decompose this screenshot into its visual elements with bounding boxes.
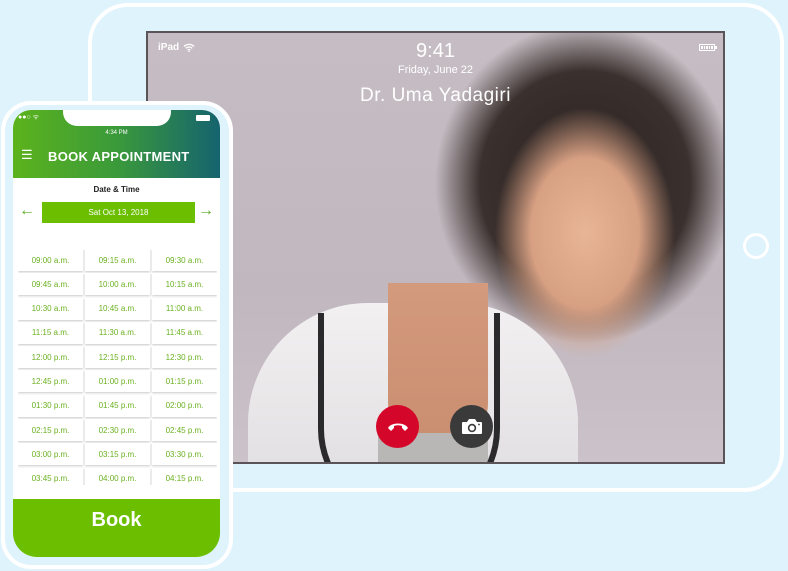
time-slot[interactable]: 09:30 a.m. <box>152 249 217 271</box>
time-slot[interactable]: 01:30 p.m. <box>18 394 83 417</box>
time-slot[interactable]: 01:45 p.m. <box>85 394 150 417</box>
time-slot[interactable]: 01:15 p.m. <box>152 370 217 393</box>
hamburger-icon[interactable]: ☰ <box>21 147 33 163</box>
time-slot[interactable]: 10:45 a.m. <box>85 297 150 320</box>
time-slot[interactable]: 09:45 a.m. <box>18 273 83 296</box>
time-slot[interactable]: 02:15 p.m. <box>18 419 83 442</box>
camera-button[interactable] <box>450 405 493 448</box>
time-slot[interactable]: 12:45 p.m. <box>18 370 83 393</box>
time-slot[interactable]: 04:00 p.m. <box>85 467 150 485</box>
arrow-right-icon[interactable]: → <box>198 203 214 219</box>
time-slot[interactable]: 12:30 p.m. <box>152 346 217 369</box>
caller-name: Dr. Uma Yadagiri <box>360 85 511 106</box>
time-slot[interactable]: 11:00 a.m. <box>152 297 217 320</box>
time-slot[interactable]: 03:00 p.m. <box>18 443 83 466</box>
time-slot[interactable]: 10:00 a.m. <box>85 273 150 296</box>
time-slot[interactable]: 10:30 a.m. <box>18 297 83 320</box>
time-slot[interactable]: 10:15 a.m. <box>152 273 217 296</box>
end-call-button[interactable] <box>376 405 419 448</box>
time-slot[interactable]: 01:00 p.m. <box>85 370 150 393</box>
arrow-left-icon[interactable]: ← <box>19 203 35 219</box>
lock-date: Friday, June 22 <box>397 64 473 76</box>
phone-status-time: 4:34 PM <box>105 130 128 136</box>
date-time-label: Date & Time <box>93 185 140 194</box>
time-slot[interactable]: 12:00 p.m. <box>18 346 83 369</box>
time-slot[interactable]: 12:15 p.m. <box>85 346 150 369</box>
selected-date[interactable]: Sat Oct 13, 2018 <box>42 202 195 223</box>
lock-time: 9:41 <box>416 40 455 62</box>
time-slot[interactable]: 09:15 a.m. <box>85 249 150 271</box>
page-title: BOOK APPOINTMENT <box>48 149 190 164</box>
time-slot[interactable]: 02:45 p.m. <box>152 419 217 442</box>
time-slot[interactable]: 04:15 p.m. <box>152 467 217 485</box>
time-slot[interactable]: 03:15 p.m. <box>85 443 150 466</box>
time-slot[interactable]: 03:45 p.m. <box>18 467 83 485</box>
app-header: ●●○ ᯤ 4:34 PM ☰ BOOK APPOINTMENT <box>13 110 220 178</box>
time-slot[interactable]: 02:30 p.m. <box>85 419 150 442</box>
time-slot[interactable]: 02:00 p.m. <box>152 394 217 417</box>
signal-icon: ●●○ ᯤ <box>18 114 40 121</box>
time-slot[interactable]: 11:30 a.m. <box>85 321 150 344</box>
phone-hangup-icon <box>387 423 408 431</box>
phone-battery-icon <box>196 115 210 121</box>
booking-screen: ●●○ ᯤ 4:34 PM ☰ BOOK APPOINTMENT Date & … <box>13 110 220 557</box>
time-slot[interactable]: 03:30 p.m. <box>152 443 217 466</box>
camera-icon <box>461 419 482 434</box>
book-button[interactable]: Book <box>13 499 220 557</box>
time-slot[interactable]: 11:15 a.m. <box>18 321 83 344</box>
time-slot[interactable]: 11:45 a.m. <box>152 321 217 344</box>
time-slot-grid: 09:00 a.m. 09:15 a.m. 09:30 a.m. 09:45 a.m.… <box>18 249 217 485</box>
time-slot[interactable]: 09:00 a.m. <box>18 249 83 271</box>
phone-notch <box>63 110 171 126</box>
tablet-home-button[interactable] <box>743 233 769 259</box>
